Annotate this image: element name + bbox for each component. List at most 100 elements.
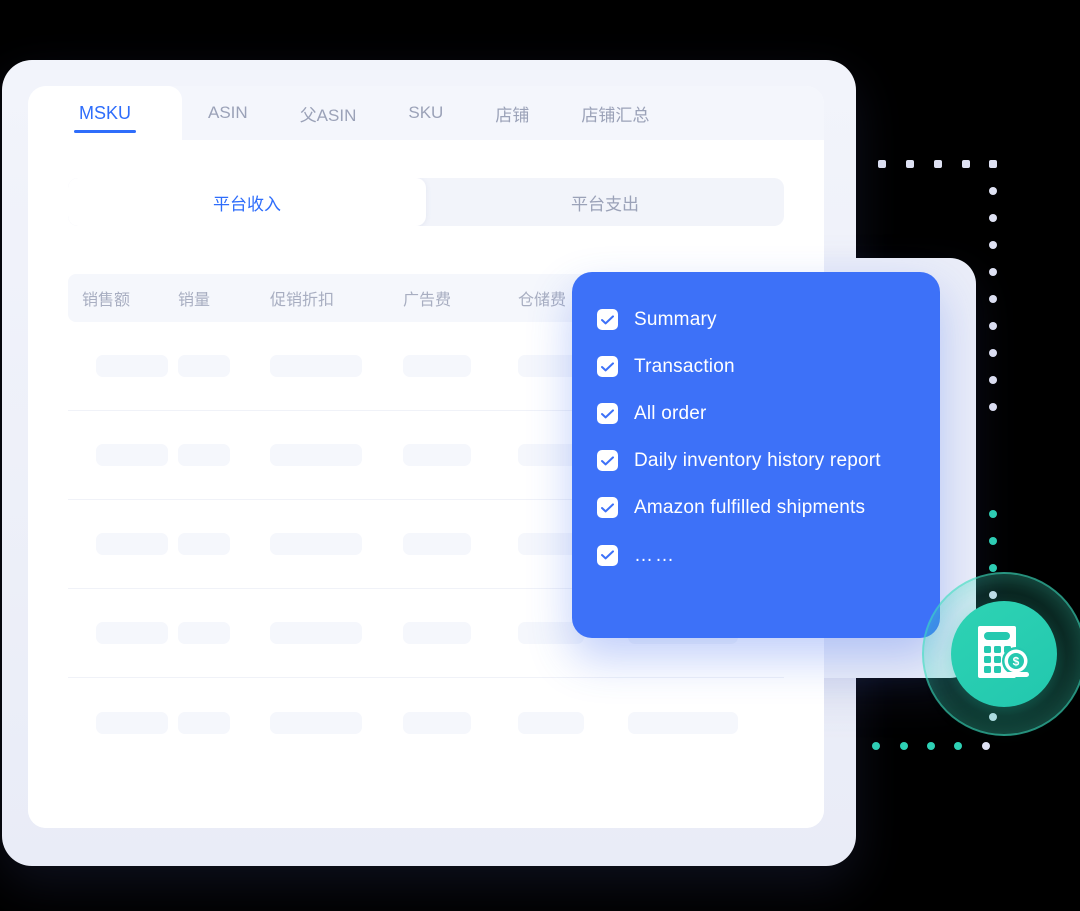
- skeleton-cell: [178, 355, 270, 377]
- checklist-item-daily-inventory-history-report[interactable]: Daily inventory history report: [597, 447, 916, 475]
- tab-store-summary[interactable]: 店铺汇总: [555, 86, 675, 140]
- checklist-item-label: Transaction: [634, 356, 735, 378]
- checklist-item-label: Summary: [634, 309, 717, 330]
- skeleton-pill: [270, 444, 362, 466]
- segment-label: 平台收入: [213, 194, 281, 214]
- skeleton-pill: [628, 711, 738, 734]
- tab-parent-asin[interactable]: 父ASIN: [274, 86, 383, 140]
- skeleton-cell: [178, 444, 270, 466]
- checklist-item-label: All order: [634, 403, 707, 425]
- tab-asin[interactable]: ASIN: [182, 86, 274, 140]
- checklist-item-label: Daily inventory history report: [634, 450, 881, 472]
- decor-dot: [989, 403, 997, 411]
- checkbox-checked-icon[interactable]: [597, 403, 618, 425]
- decor-dot: [906, 160, 914, 168]
- skeleton-cell: [403, 711, 518, 734]
- skeleton-cell: [68, 444, 178, 466]
- skeleton-pill: [96, 711, 168, 734]
- decor-dot: [989, 510, 997, 518]
- skeleton-pill: [270, 355, 362, 377]
- checkbox-checked-icon[interactable]: [597, 356, 618, 378]
- checklist-item-label: Amazon fulfilled shipments: [634, 497, 866, 519]
- skeleton-cell: [403, 444, 518, 466]
- skeleton-cell: [270, 622, 403, 644]
- tab-label: SKU: [408, 103, 444, 122]
- checkbox-checked-icon[interactable]: [597, 309, 618, 330]
- tab-label: 店铺汇总: [581, 105, 650, 125]
- column-header-promo-discount[interactable]: 促销折扣: [270, 286, 403, 310]
- screenshot-stage: MSKU ASIN 父ASIN SKU 店铺 店铺汇总 平台收入 平台支出 销售…: [0, 0, 1080, 911]
- accounting-badge: $: [951, 601, 1057, 707]
- decor-dot: [989, 214, 997, 222]
- skeleton-cell: [270, 444, 403, 466]
- skeleton-pill: [270, 533, 362, 555]
- skeleton-cell: [178, 533, 270, 555]
- skeleton-cell: [68, 622, 178, 644]
- tab-store[interactable]: 店铺: [469, 86, 555, 140]
- segment-platform-expense[interactable]: 平台支出: [426, 178, 784, 226]
- checklist-item-summary[interactable]: Summary: [597, 306, 916, 334]
- column-header-sales-volume[interactable]: 销量: [178, 286, 270, 310]
- skeleton-pill: [96, 355, 168, 377]
- skeleton-cell: [68, 533, 178, 555]
- checklist-item-amazon-fulfilled-shipments[interactable]: Amazon fulfilled shipments: [597, 494, 916, 522]
- skeleton-pill: [178, 444, 230, 466]
- report-checklist-panel: Summary Transaction All order Daily inve…: [572, 272, 940, 638]
- decor-dot: [982, 742, 990, 750]
- checkbox-checked-icon[interactable]: [597, 450, 618, 472]
- decor-dot: [872, 742, 880, 750]
- skeleton-pill: [518, 711, 584, 734]
- decor-dot: [989, 160, 997, 168]
- segment-platform-income[interactable]: 平台收入: [68, 178, 426, 226]
- skeleton-cell: [270, 711, 403, 734]
- calculator-dollar-icon: $: [976, 623, 1032, 686]
- svg-text:$: $: [1013, 654, 1020, 668]
- table-row[interactable]: [68, 678, 784, 767]
- decor-dot: [962, 160, 970, 168]
- skeleton-cell: [178, 711, 270, 734]
- decor-dot: [989, 241, 997, 249]
- skeleton-pill: [96, 622, 168, 644]
- skeleton-cell: [178, 622, 270, 644]
- decor-dot: [989, 564, 997, 572]
- checkbox-checked-icon[interactable]: [597, 497, 618, 519]
- skeleton-cell: [270, 355, 403, 377]
- tab-label: 店铺: [495, 105, 530, 125]
- skeleton-cell: [68, 711, 178, 734]
- segmented-control: 平台收入 平台支出: [68, 178, 784, 226]
- checkbox-checked-icon[interactable]: [597, 544, 618, 566]
- checklist-item-transaction[interactable]: Transaction: [597, 353, 916, 381]
- skeleton-pill: [96, 444, 168, 466]
- decor-dot: [989, 187, 997, 195]
- tab-sku[interactable]: SKU: [382, 86, 469, 140]
- tab-label: ASIN: [208, 103, 248, 122]
- tab-label: 父ASIN: [299, 105, 357, 125]
- skeleton-pill: [96, 533, 168, 555]
- decor-dot: [878, 160, 886, 168]
- skeleton-cell: [403, 622, 518, 644]
- skeleton-pill: [270, 622, 362, 644]
- skeleton-cell: [403, 533, 518, 555]
- skeleton-cell: [270, 533, 403, 555]
- column-header-sales-amount[interactable]: 销售额: [68, 286, 178, 310]
- column-header-ad-cost[interactable]: 广告费: [403, 286, 518, 310]
- skeleton-pill: [270, 711, 362, 734]
- skeleton-cell: [628, 711, 748, 734]
- tab-label: MSKU: [78, 102, 131, 123]
- decor-dot: [989, 537, 997, 545]
- decor-dot: [989, 295, 997, 303]
- tab-msku[interactable]: MSKU: [28, 86, 182, 140]
- skeleton-pill: [403, 622, 471, 644]
- skeleton-cell: [68, 355, 178, 377]
- segment-label: 平台支出: [571, 194, 639, 214]
- skeleton-pill: [178, 622, 230, 644]
- checklist-item-all-order[interactable]: All order: [597, 400, 916, 428]
- skeleton-pill: [403, 533, 471, 555]
- skeleton-pill: [403, 355, 471, 377]
- decor-dot: [927, 742, 935, 750]
- skeleton-pill: [178, 711, 230, 734]
- decor-dot: [989, 322, 997, 330]
- checklist-item-more[interactable]: ……: [597, 542, 916, 570]
- decor-dot: [954, 742, 962, 750]
- skeleton-pill: [178, 533, 230, 555]
